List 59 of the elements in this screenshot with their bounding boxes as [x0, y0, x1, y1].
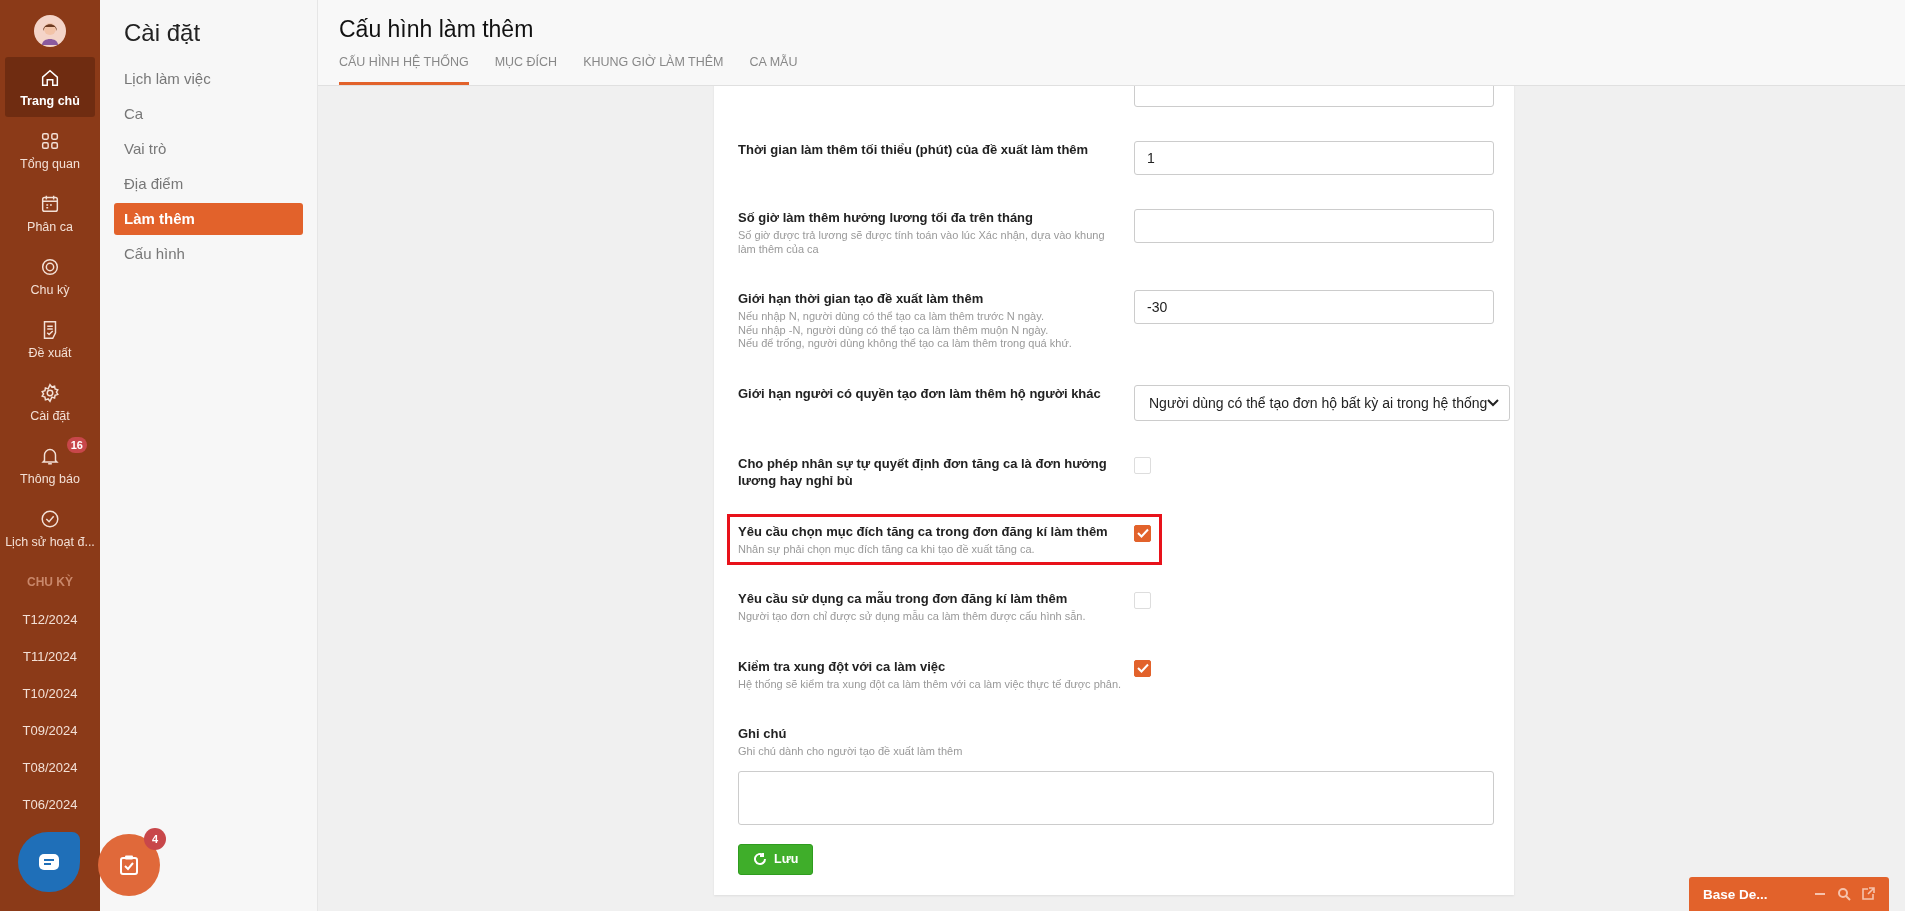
field-hint: Hệ thống sẽ kiểm tra xung đột ca làm thêm với ca làm việc thực tế được phân. [738, 677, 1122, 691]
nav-item[interactable]: Lịch sử hoạt đ... [5, 498, 95, 558]
sidebar-item[interactable]: Ca [114, 98, 303, 130]
select-field[interactable]: Người dùng có thể tạo đơn hộ bất kỳ ai trong hệ thống [1134, 384, 1511, 421]
sidebar-item[interactable]: Địa điểm [114, 168, 303, 200]
nav-item[interactable]: Phân ca [5, 183, 95, 243]
nav-item[interactable]: Thông báo 16 [5, 435, 95, 495]
avatar-icon[interactable] [34, 15, 66, 47]
field-label: Yêu cầu chọn mục đích tăng ca trong đơn đăng kí làm thêm [738, 522, 1109, 540]
nav-item[interactable]: Đề xuất [5, 309, 95, 369]
field-label: Giới hạn thời gian tạo đề xuất làm thêm [738, 290, 985, 307]
field-label: Số giờ làm thêm hưởng lương tối đa trên tháng [738, 209, 1034, 226]
period-link[interactable]: T12/2024 [22, 601, 78, 638]
tab[interactable]: CA MẪU [749, 55, 798, 85]
sidebar-item[interactable]: Cấu hình [114, 238, 303, 270]
refresh-icon [753, 852, 767, 866]
input-field[interactable]: -30 [1134, 290, 1494, 324]
field-hint: Số giờ được trả lương sẽ được tính toán vào lúc Xác nhận, dựa vào khung làm thêm của ca [738, 229, 1106, 256]
field-hint: Ghi chú dành cho người tạo đề xuất làm thêm [738, 745, 964, 759]
period-link[interactable]: T10/2024 [22, 675, 78, 712]
nav-item[interactable]: Trang chủ [5, 57, 95, 117]
period-link[interactable]: T06/2024 [22, 786, 78, 823]
field-label: Thời gian làm thêm tối thiểu (phút) của đề xuất làm thêm [738, 141, 1090, 158]
field-label: Kiểm tra xung đột với ca làm việc [738, 657, 947, 675]
field-label: Ghi chú [738, 725, 788, 742]
field-label: Giới hạn người có quyền tạo đơn làm thêm hộ người khác [738, 384, 1102, 402]
section-heading: CHU KỲ [27, 575, 73, 589]
input-field[interactable] [1134, 209, 1494, 243]
nav-item[interactable]: Tổng quan [5, 120, 95, 180]
field-hint: Người tạo đơn chỉ được sử dụng mẫu ca làm thêm được cấu hình sẵn. [738, 610, 1087, 624]
period-link[interactable]: T09/2024 [22, 712, 78, 749]
field-label: Cho phép nhân sự tự quyết định đơn tăng ca là đơn hưởng lương hay nghỉ bù [738, 454, 1108, 489]
external-link-icon[interactable] [1861, 887, 1875, 901]
chevron-down-icon [1487, 398, 1500, 407]
field-hint: Nhân sự phải chọn mục đích tăng ca khi tạo đề xuất tăng ca. [738, 542, 1036, 556]
note-field[interactable] [738, 770, 1494, 825]
sidebar-title: Cài đặt [124, 19, 202, 47]
field-hint: Nếu nhập N, người dùng có thể tạo ca làm thêm trước N ngày. Nếu nhập -N, người dùng có thể tạo ca làm thêm muộn N ngày. Nếu để trống, người dùng không thể tạo ca làm thêm trong quá khứ. [738, 310, 1073, 351]
checkbox[interactable] [1134, 659, 1151, 677]
notification-badge: 16 [66, 437, 87, 453]
page-title: Cấu hình làm thêm [339, 16, 535, 43]
tab[interactable]: CẤU HÌNH HỆ THỐNG [339, 55, 469, 85]
sidebar-item[interactable]: Lịch làm việc [114, 63, 303, 95]
nav-item[interactable]: Cài đặt [5, 372, 95, 432]
period-link[interactable]: T08/2024 [22, 749, 78, 786]
checkbox[interactable] [1134, 524, 1151, 542]
nav-item[interactable]: Chu kỳ [5, 246, 95, 306]
period-link[interactable]: T11/2024 [23, 638, 77, 675]
settings-icon [39, 381, 61, 404]
chat-widget[interactable]: Base De... [1689, 877, 1889, 911]
tab[interactable]: MỤC ĐÍCH [494, 55, 558, 85]
sidebar-item[interactable]: Làm thêm [114, 203, 303, 235]
search-icon[interactable] [1837, 887, 1851, 901]
sidebar-item[interactable]: Vai trò [114, 133, 303, 165]
chat-icon [38, 853, 60, 871]
field-label: Yêu cầu sử dụng ca mẫu trong đơn đăng kí làm thêm [738, 590, 1069, 607]
clipboard-check-icon [119, 854, 139, 876]
tab[interactable]: KHUNG GIỜ LÀM THÊM [583, 55, 724, 85]
input-field[interactable]: 1 [1134, 141, 1494, 175]
